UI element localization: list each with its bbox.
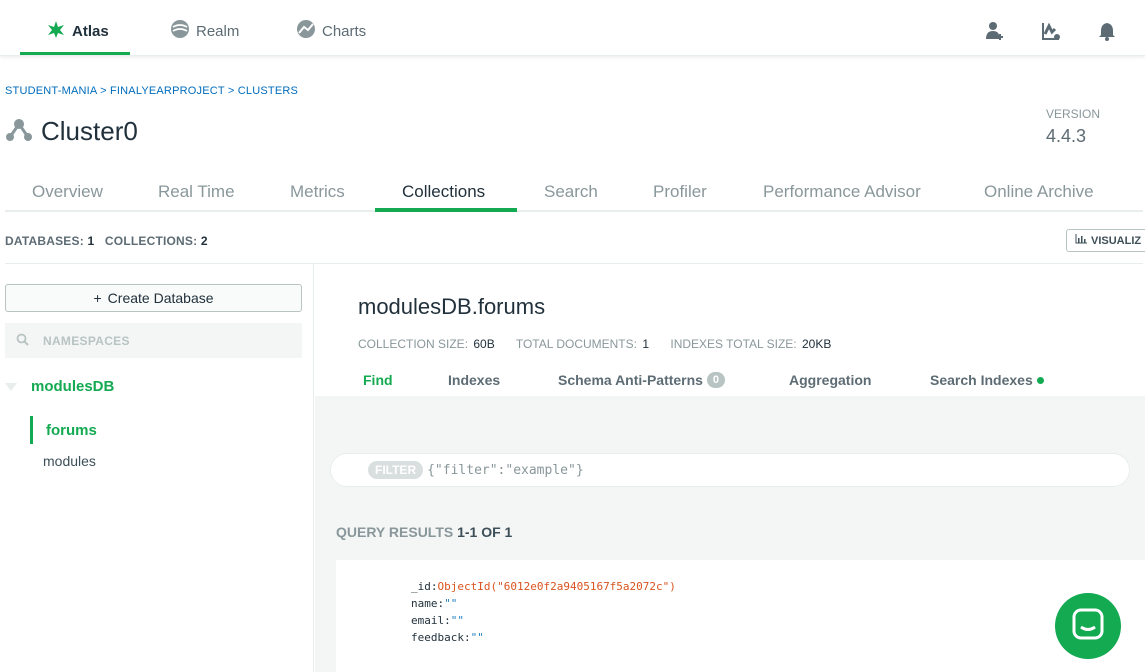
namespace-search-input[interactable]: NAMESPACES <box>5 323 302 358</box>
tab-performance-advisor[interactable]: Performance Advisor <box>763 182 921 202</box>
tab-collections[interactable]: Collections <box>402 182 485 202</box>
document-card[interactable]: _id:ObjectId("6012e0f2a9405167f5a2072c")… <box>336 560 1145 672</box>
collection-panel: modulesDB.forums COLLECTION SIZE: 60B TO… <box>315 264 1145 672</box>
leaf-icon <box>46 19 66 43</box>
nav-active-indicator <box>20 52 130 55</box>
database-name: modulesDB <box>31 378 115 395</box>
create-database-label: Create Database <box>107 290 214 306</box>
databases-label: DATABASES: <box>5 234 84 248</box>
tab-online-archive[interactable]: Online Archive <box>984 182 1094 202</box>
tab-profiler[interactable]: Profiler <box>653 182 707 202</box>
field-key: feedback: <box>411 631 471 644</box>
field-key: name: <box>411 597 445 610</box>
add-user-icon[interactable] <box>982 18 1008 44</box>
nav-realm[interactable]: Realm <box>170 6 239 56</box>
subtab-search-indexes[interactable]: Search Indexes <box>930 372 1044 388</box>
page-title: Cluster0 <box>5 116 138 147</box>
database-item[interactable]: modulesDB <box>5 378 114 395</box>
status-dot <box>1036 376 1044 384</box>
chat-icon <box>1071 607 1105 646</box>
query-results-label: QUERY RESULTS <box>336 524 454 540</box>
chat-button[interactable] <box>1055 593 1121 659</box>
databases-count: 1 <box>87 234 95 248</box>
nav-atlas-label: Atlas <box>72 22 109 40</box>
filter-input[interactable]: FILTER {"filter":"example"} <box>330 453 1130 487</box>
realm-icon <box>170 19 190 43</box>
tab-metrics[interactable]: Metrics <box>290 182 345 202</box>
nav-atlas[interactable]: Atlas <box>46 6 109 56</box>
cluster-icon <box>5 116 33 147</box>
filter-placeholder: {"filter":"example"} <box>427 462 584 478</box>
stat-value: 1 <box>642 337 650 351</box>
namespace-sidebar: + Create Database NAMESPACES modulesDB f… <box>0 264 314 672</box>
document-field: email:"" <box>411 614 464 627</box>
count-badge: 0 <box>706 372 725 388</box>
field-value: "" <box>444 597 458 610</box>
field-value: "" <box>470 631 484 644</box>
subtab-indexes[interactable]: Indexes <box>448 372 500 388</box>
document-field: feedback:"" <box>411 631 484 644</box>
search-icon <box>16 333 29 349</box>
nav-charts-label: Charts <box>322 22 367 40</box>
document-field: name:"" <box>411 597 457 610</box>
active-collection-indicator <box>30 416 33 444</box>
activity-icon[interactable] <box>1038 18 1064 44</box>
collection-item-modules[interactable]: modules <box>43 453 96 469</box>
field-key: _id: <box>411 580 438 593</box>
collection-subtabs: Find Indexes Schema Anti-Patterns 0 Aggr… <box>315 364 1145 396</box>
breadcrumb[interactable]: STUDENT-MANIA > FINALYEARPROJECT > CLUST… <box>5 85 298 97</box>
nav-realm-label: Realm <box>196 22 240 40</box>
visualize-label: VISUALIZ <box>1091 234 1142 247</box>
subtab-find-label: Find <box>363 372 393 388</box>
cluster-tabs: Overview Real Time Metrics Collections S… <box>5 174 1143 212</box>
version-value: 4.4.3 <box>1046 126 1087 146</box>
subtab-find[interactable]: Find <box>363 372 393 388</box>
collections-count: 2 <box>200 234 208 248</box>
subtab-search-indexes-label: Search Indexes <box>930 372 1033 388</box>
top-navigation: Atlas Realm Charts <box>0 6 1145 56</box>
stat-label: TOTAL DOCUMENTS: <box>515 337 637 351</box>
subtab-schema-anti-patterns[interactable]: Schema Anti-Patterns 0 <box>558 372 725 388</box>
collections-label: COLLECTIONS: <box>104 234 198 248</box>
plus-icon: + <box>93 290 102 306</box>
stat-label: COLLECTION SIZE: <box>358 337 469 351</box>
charts-icon <box>296 19 316 43</box>
field-value: ObjectId("6012e0f2a9405167f5a2072c") <box>437 580 676 593</box>
subtab-aggregation[interactable]: Aggregation <box>789 372 871 388</box>
collection-stats: COLLECTION SIZE: 60B TOTAL DOCUMENTS: 1 … <box>358 337 849 351</box>
bar-chart-icon <box>1075 234 1087 247</box>
tab-real-time[interactable]: Real Time <box>158 182 235 202</box>
collection-item-forums[interactable]: forums <box>46 422 97 439</box>
document-field: _id:ObjectId("6012e0f2a9405167f5a2072c") <box>411 580 676 593</box>
visualize-button[interactable]: VISUALIZ <box>1066 229 1145 252</box>
version-label: VERSION <box>1046 107 1101 121</box>
field-key: email: <box>411 614 451 627</box>
query-results-header: QUERY RESULTS 1-1 OF 1 <box>336 524 512 540</box>
field-value: "" <box>450 614 464 627</box>
create-database-button[interactable]: + Create Database <box>5 284 302 312</box>
filter-pill: FILTER <box>368 461 424 479</box>
query-area: FILTER {"filter":"example"} QUERY RESULT… <box>315 396 1145 672</box>
subtab-aggregation-label: Aggregation <box>789 372 872 388</box>
namespace-counts: DATABASES: 1 COLLECTIONS: 2 <box>5 234 208 248</box>
subtab-schema-label: Schema Anti-Patterns <box>558 372 703 388</box>
tab-overview[interactable]: Overview <box>32 182 103 202</box>
stat-label: INDEXES TOTAL SIZE: <box>670 337 797 351</box>
collection-title: modulesDB.forums <box>358 294 546 319</box>
query-results-range: 1-1 OF 1 <box>457 524 513 540</box>
nav-charts[interactable]: Charts <box>296 6 366 56</box>
stat-value: 20KB <box>801 337 832 351</box>
caret-down-icon[interactable] <box>5 378 17 395</box>
subtab-indexes-label: Indexes <box>448 372 501 388</box>
namespace-placeholder: NAMESPACES <box>43 333 130 348</box>
tab-search[interactable]: Search <box>544 182 598 202</box>
cluster-name: Cluster0 <box>41 116 138 146</box>
tab-active-indicator <box>375 208 517 212</box>
bell-icon[interactable] <box>1094 18 1120 44</box>
stat-value: 60B <box>473 337 495 351</box>
